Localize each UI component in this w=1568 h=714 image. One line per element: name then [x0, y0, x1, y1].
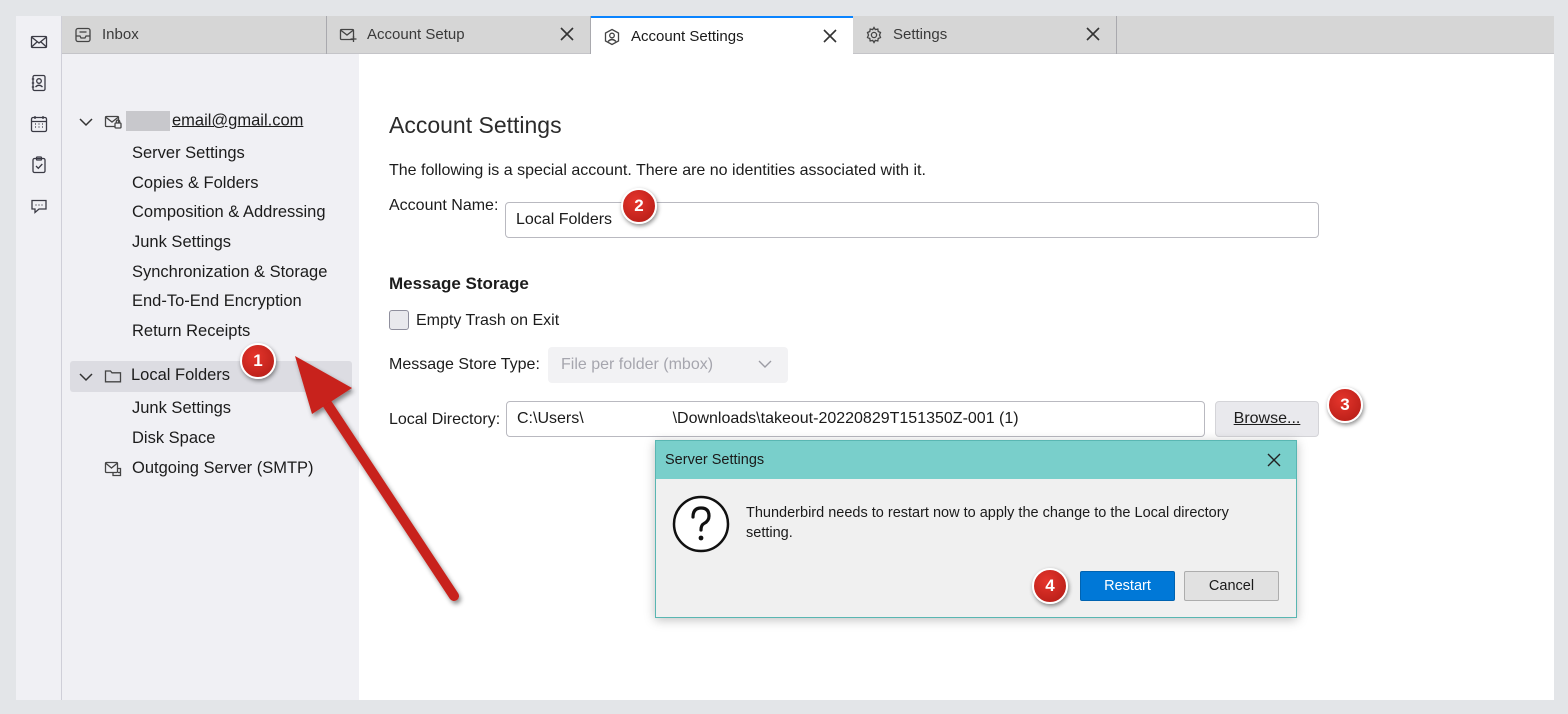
- tab-inbox[interactable]: Inbox: [62, 16, 327, 54]
- restart-button[interactable]: Restart: [1080, 571, 1175, 601]
- redacted-username: [126, 111, 170, 131]
- tree-item-label: Return Receipts: [132, 321, 251, 340]
- inbox-icon: [74, 26, 92, 44]
- dialog-titlebar: Server Settings: [656, 441, 1296, 479]
- tree-item-label: Disk Space: [132, 428, 216, 447]
- calendar-icon[interactable]: [27, 112, 51, 136]
- account-tree-sidebar: email@gmail.com Server Settings Copies &…: [62, 54, 359, 700]
- tree-item-label: Junk Settings: [132, 232, 232, 251]
- empty-trash-label[interactable]: Empty Trash on Exit: [416, 312, 559, 330]
- tab-label: Settings: [893, 26, 948, 43]
- chevron-down-icon[interactable]: [78, 114, 94, 130]
- tree-item-server-settings[interactable]: Server Settings: [132, 138, 245, 168]
- tree-item-label: Composition & Addressing: [132, 202, 326, 221]
- empty-trash-checkbox[interactable]: [389, 310, 409, 330]
- tab-label: Account Setup: [367, 26, 465, 43]
- tree-item-label: Junk Settings: [132, 398, 232, 417]
- close-icon[interactable]: [1084, 25, 1102, 43]
- tree-account-local-folders[interactable]: Local Folders: [70, 361, 352, 392]
- store-type-label: Message Store Type:: [389, 356, 540, 373]
- special-account-notice: The following is a special account. Ther…: [389, 162, 926, 179]
- folder-icon: [104, 367, 122, 385]
- tree-item-junk-settings[interactable]: Junk Settings: [132, 227, 231, 257]
- tab-label: Account Settings: [631, 28, 744, 45]
- tree-item-copies-folders[interactable]: Copies & Folders: [132, 168, 259, 198]
- address-book-icon[interactable]: [27, 71, 51, 95]
- tab-settings[interactable]: Settings: [853, 16, 1117, 54]
- callout-badge: 2: [621, 188, 657, 224]
- tasks-icon[interactable]: [27, 153, 51, 177]
- tree-item-local-junk-settings[interactable]: Junk Settings: [132, 393, 231, 423]
- tab-bar: Inbox Account Setup Account Settings Set…: [62, 16, 1554, 55]
- close-icon[interactable]: [821, 27, 839, 45]
- close-icon[interactable]: [1266, 452, 1282, 468]
- account-name-label: Account Name:: [389, 197, 499, 214]
- mail-icon[interactable]: [27, 30, 51, 54]
- callout-badge: 1: [240, 343, 276, 379]
- tree-item-label: Copies & Folders: [132, 173, 259, 192]
- account-email: email@gmail.com: [172, 111, 304, 130]
- thunderbird-window: Inbox Account Setup Account Settings Set…: [16, 16, 1554, 700]
- tree-item-label: Synchronization & Storage: [132, 262, 328, 281]
- gear-icon: [865, 26, 883, 44]
- server-settings-dialog: Server Settings Thunderbird needs to res…: [655, 440, 1297, 618]
- tree-item-label: Local Folders: [131, 366, 231, 384]
- tree-account-gmail[interactable]: email@gmail.com: [70, 107, 352, 137]
- tab-account-setup[interactable]: Account Setup: [327, 16, 591, 54]
- store-type-select: File per folder (mbox): [548, 347, 788, 383]
- browse-button[interactable]: Browse...: [1215, 401, 1319, 437]
- dialog-title: Server Settings: [665, 452, 765, 468]
- callout-badge: 3: [1327, 387, 1363, 423]
- page-title: Account Settings: [389, 112, 562, 138]
- cancel-button[interactable]: Cancel: [1184, 571, 1279, 601]
- message-storage-heading: Message Storage: [389, 274, 529, 293]
- account-settings-icon: [603, 28, 621, 46]
- store-type-value: File per folder (mbox): [561, 356, 714, 373]
- mail-account-icon: [104, 113, 122, 131]
- tree-item-e2e-encryption[interactable]: End-To-End Encryption: [132, 286, 302, 316]
- callout-badge: 4: [1032, 568, 1068, 604]
- tree-item-disk-space[interactable]: Disk Space: [132, 423, 215, 453]
- spaces-toolbar: [16, 16, 62, 700]
- chevron-down-icon[interactable]: [78, 369, 94, 385]
- tree-item-label: Outgoing Server (SMTP): [132, 459, 314, 477]
- tab-account-settings[interactable]: Account Settings: [591, 16, 853, 55]
- tree-item-label: Server Settings: [132, 143, 245, 162]
- chevron-down-icon: [758, 357, 772, 371]
- tree-item-return-receipts[interactable]: Return Receipts: [132, 316, 250, 346]
- tree-item-sync-storage[interactable]: Synchronization & Storage: [132, 257, 327, 287]
- tree-item-label: End-To-End Encryption: [132, 291, 302, 310]
- tab-label: Inbox: [102, 26, 139, 43]
- envelope-plus-icon: [339, 26, 357, 44]
- local-directory-label: Local Directory:: [389, 411, 501, 428]
- local-directory-input[interactable]: C:\Users\ \Downloads\takeout-20220829T15…: [506, 401, 1205, 437]
- dialog-message: Thunderbird needs to restart now to appl…: [746, 505, 1229, 541]
- tree-item-outgoing-server[interactable]: Outgoing Server (SMTP): [104, 454, 352, 484]
- outgoing-server-icon: [104, 460, 122, 478]
- question-icon: [672, 495, 730, 553]
- close-icon[interactable]: [558, 25, 576, 43]
- chat-icon[interactable]: [27, 194, 51, 218]
- tree-item-composition[interactable]: Composition & Addressing: [132, 197, 326, 227]
